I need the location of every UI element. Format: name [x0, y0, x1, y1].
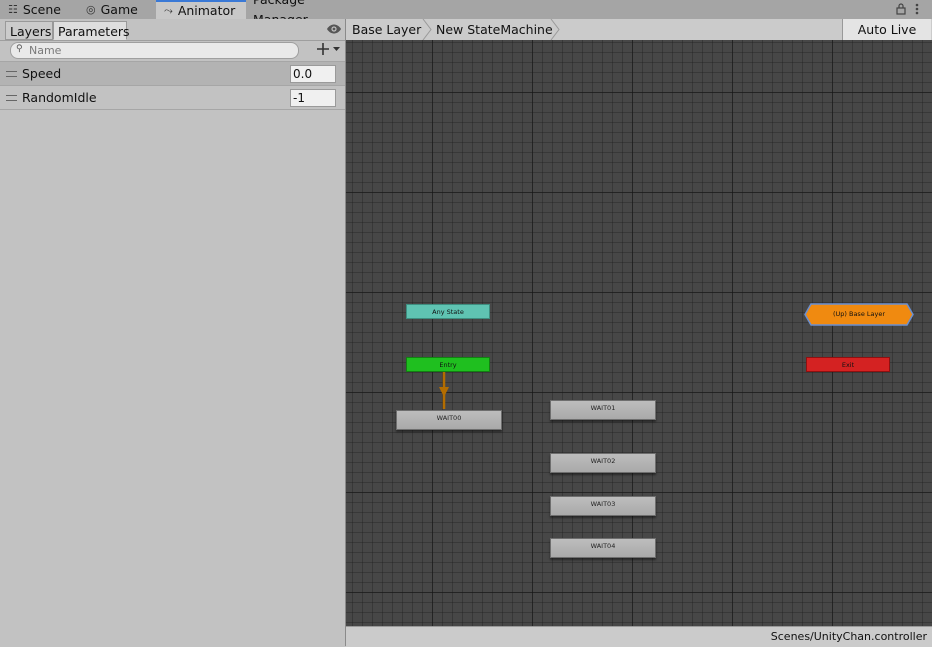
- search-field[interactable]: ⚲: [10, 42, 299, 59]
- state-wait03[interactable]: WAIT03: [550, 496, 656, 516]
- state-machine-graph[interactable]: Any State Entry (Up) Base Layer Exit WAI…: [346, 40, 932, 626]
- gamepad-icon: ◎: [86, 2, 96, 16]
- tab-package-manager[interactable]: Package Manager: [253, 0, 363, 27]
- tab-layers-label: Layers: [10, 24, 52, 39]
- parameter-name: RandomIdle: [22, 90, 97, 105]
- state-wait00[interactable]: WAIT00: [396, 410, 502, 430]
- status-bar: Scenes/UnityChan.controller: [346, 626, 932, 647]
- state-wait01[interactable]: WAIT01: [550, 400, 656, 420]
- transition-arrow[interactable]: [436, 371, 452, 411]
- tab-parameters[interactable]: Parameters: [53, 21, 130, 40]
- tab-animator-label: Animator: [177, 3, 236, 18]
- tab-animator[interactable]: ⤳ Animator: [156, 0, 246, 20]
- tabs-divider: [0, 40, 345, 41]
- state-entry[interactable]: Entry: [406, 357, 490, 372]
- breadcrumb-base-layer[interactable]: Base Layer: [352, 19, 421, 40]
- tab-scene[interactable]: ☷ Scene: [8, 0, 78, 19]
- lock-icon[interactable]: [896, 3, 906, 15]
- tab-parameters-label: Parameters: [58, 24, 130, 39]
- parameter-value-field[interactable]: 0.0: [290, 65, 336, 83]
- search-icon: ⚲: [16, 44, 23, 54]
- more-options-icon[interactable]: [913, 2, 921, 16]
- controller-path: Scenes/UnityChan.controller: [770, 630, 927, 643]
- state-exit[interactable]: Exit: [806, 357, 890, 372]
- tab-scene-label: Scene: [22, 1, 61, 17]
- parameter-value-field[interactable]: -1: [290, 89, 336, 107]
- eye-icon[interactable]: [326, 23, 342, 35]
- drag-handle-icon[interactable]: [6, 95, 17, 101]
- parameter-name: Speed: [22, 66, 62, 81]
- state-wait02[interactable]: WAIT02: [550, 453, 656, 473]
- state-any-state[interactable]: Any State: [406, 304, 490, 319]
- breadcrumb-separator-icon: [550, 19, 560, 40]
- parameter-row-randomidle[interactable]: RandomIdle -1: [0, 86, 345, 110]
- drag-handle-icon[interactable]: [6, 71, 17, 77]
- parameters-panel: Layers Parameters ⚲ Speed 0.0 RandomIdle…: [0, 19, 346, 646]
- state-wait04[interactable]: WAIT04: [550, 538, 656, 558]
- add-parameter-button[interactable]: [316, 41, 342, 57]
- breadcrumb-new-statemachine[interactable]: New StateMachine: [436, 19, 553, 40]
- scene-icon: ☷: [8, 2, 18, 16]
- window-tab-bar: ☷ Scene ◎ Game ⤳ Animator Package Manage…: [0, 0, 932, 27]
- auto-live-link-button[interactable]: Auto Live Link: [842, 19, 931, 58]
- tab-game-label: Game: [100, 1, 138, 17]
- breadcrumb-separator-icon: [422, 19, 432, 40]
- state-up-base-layer[interactable]: (Up) Base Layer: [804, 307, 914, 322]
- animator-icon: ⤳: [164, 4, 173, 17]
- search-input[interactable]: [29, 43, 289, 58]
- tab-layers[interactable]: Layers: [5, 21, 53, 40]
- tab-game[interactable]: ◎ Game: [86, 0, 152, 19]
- parameter-row-speed[interactable]: Speed 0.0: [0, 62, 345, 86]
